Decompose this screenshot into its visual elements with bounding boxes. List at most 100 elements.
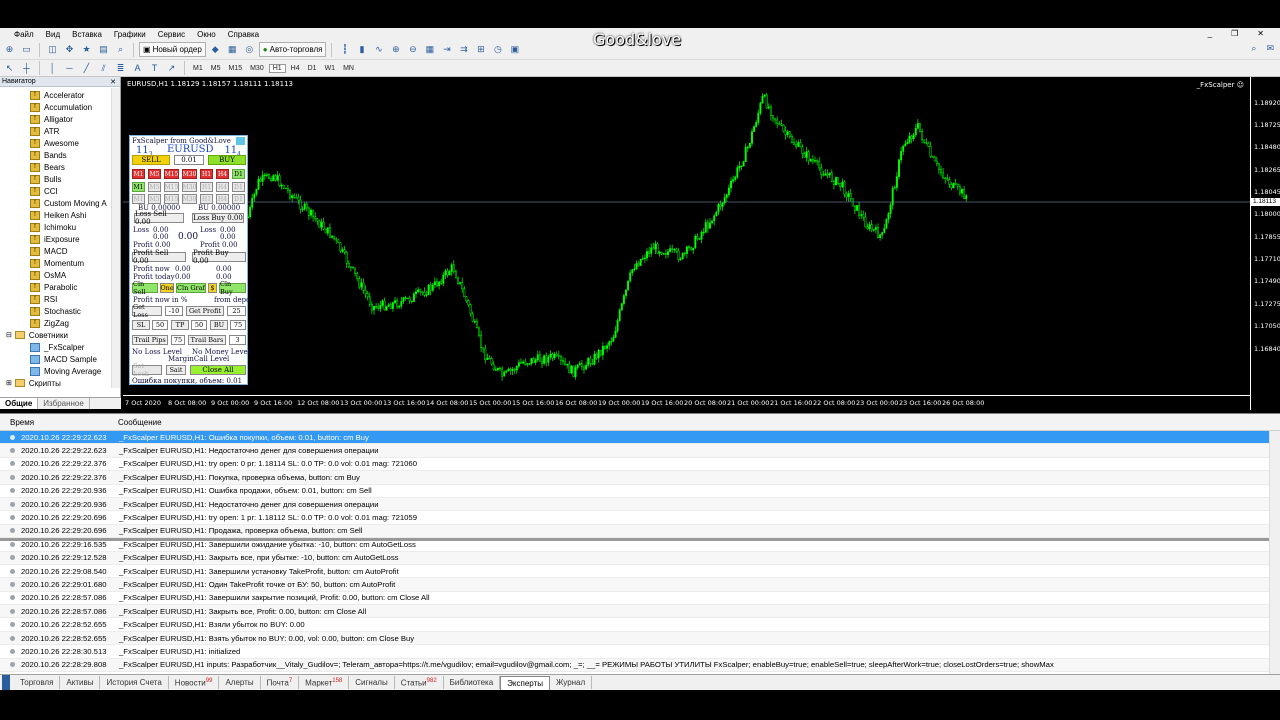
navigator-indicator-item[interactable]: f RSI bbox=[0, 293, 111, 305]
navigator-indicator-item[interactable]: f Ichimoku bbox=[0, 221, 111, 233]
arrows-icon[interactable]: ↗ bbox=[164, 61, 179, 75]
new-chart-icon[interactable]: ⊕ bbox=[2, 43, 17, 57]
clean-buy-button[interactable]: Cln Buy bbox=[219, 280, 246, 296]
navigator-indicator-item[interactable]: f ATR bbox=[0, 125, 111, 137]
zoom-out-icon[interactable]: ⊖ bbox=[405, 43, 420, 57]
navigator-indicator-item[interactable]: f OsMA bbox=[0, 269, 111, 281]
trendline-icon[interactable]: ╱ bbox=[79, 61, 94, 75]
profit-buy-button[interactable]: Profit Buy 0.00 bbox=[192, 249, 246, 265]
clean-sell-button[interactable]: Cln Sell bbox=[132, 280, 158, 296]
navigator-indicator-item[interactable]: f Bulls bbox=[0, 173, 111, 185]
log-row[interactable]: 2020.10.26 22:29:20.936 _FxScalper EURUSD… bbox=[0, 497, 1280, 512]
metaeditor-icon[interactable]: ◆ bbox=[208, 43, 223, 57]
navigator-folder-scripts[interactable]: ⊞ Скрипты bbox=[0, 377, 111, 389]
log-row[interactable]: 2020.10.26 22:29:20.936 _FxScalper EURUSD… bbox=[0, 485, 1280, 498]
log-row[interactable]: 2020.10.26 22:28:30.513 _FxScalper EURUSD… bbox=[0, 645, 1280, 659]
new-order-button[interactable]: ▣ Новый ордер bbox=[139, 42, 206, 57]
menu-tools[interactable]: Сервис bbox=[158, 30, 185, 39]
menu-help[interactable]: Справка bbox=[228, 30, 259, 39]
loss-sell-button[interactable]: Loss Sell 0.00 bbox=[134, 210, 184, 226]
navigator-indicator-item[interactable]: f ZigZag bbox=[0, 317, 111, 329]
navigator-indicator-item[interactable]: f Heiken Ashi bbox=[0, 209, 111, 221]
vertical-line-icon[interactable]: │ bbox=[45, 61, 60, 75]
trail-bars-input[interactable]: 3 bbox=[229, 335, 246, 345]
menu-charts[interactable]: Графики bbox=[114, 30, 146, 39]
terminal-tab[interactable]: Эксперты bbox=[500, 675, 550, 690]
navigator-advisor-item[interactable]: _FxScalper bbox=[0, 341, 111, 353]
tf2-h1-button[interactable]: H1 bbox=[200, 182, 213, 192]
terminal-tab[interactable]: История Счета bbox=[100, 676, 169, 689]
navigator-close-icon[interactable]: ✕ bbox=[110, 78, 116, 86]
tf-h1-button[interactable]: H1 bbox=[200, 169, 213, 179]
navigator-indicator-item[interactable]: f iExposure bbox=[0, 233, 111, 245]
log-row[interactable]: 2020.10.26 22:28:52.655 _FxScalper EURUSD… bbox=[0, 618, 1280, 632]
menu-file[interactable]: Файл bbox=[14, 30, 34, 39]
tf-d1-button[interactable]: D1 bbox=[232, 169, 245, 179]
panel-close-button[interactable] bbox=[236, 137, 245, 145]
terminal-tab[interactable]: Торговля bbox=[14, 676, 61, 689]
log-row[interactable]: 2020.10.26 22:29:20.696 _FxScalper EURUSD… bbox=[0, 511, 1280, 525]
tf-h4-button[interactable]: H4 bbox=[216, 169, 229, 179]
fibonacci-icon[interactable]: ≣ bbox=[113, 61, 128, 75]
navigator-indicator-item[interactable]: f Accumulation bbox=[0, 101, 111, 113]
tf-m1-button[interactable]: M1 bbox=[132, 169, 145, 179]
terminal-tab[interactable]: Алерты bbox=[219, 676, 261, 689]
log-row[interactable]: 2020.10.26 22:29:20.696 _FxScalper EURUSD… bbox=[0, 524, 1280, 539]
one-button[interactable]: One bbox=[160, 283, 174, 293]
tf-m15-button[interactable]: M15 bbox=[164, 169, 179, 179]
timeframe-mn[interactable]: MN bbox=[340, 65, 357, 72]
tf-m5-button[interactable]: M5 bbox=[148, 169, 161, 179]
navigator-indicator-item[interactable]: f MACD bbox=[0, 245, 111, 257]
log-row[interactable]: 2020.10.26 22:28:29.808 _FxScalper EURUSD… bbox=[0, 658, 1280, 673]
terminal-tab[interactable]: Маркет158 bbox=[299, 675, 350, 690]
navigator-indicator-item[interactable]: f CCI bbox=[0, 185, 111, 197]
line-chart-icon[interactable]: ∿ bbox=[371, 43, 386, 57]
minimize-icon[interactable]: _ bbox=[1208, 29, 1212, 38]
tf3-m5-button[interactable]: M5 bbox=[148, 194, 161, 204]
tp-input[interactable]: 50 bbox=[191, 320, 207, 330]
restore-icon[interactable]: ❐ bbox=[1231, 29, 1238, 38]
tf2-m5-button[interactable]: M5 bbox=[148, 182, 161, 192]
terminal-tab[interactable]: Новости99 bbox=[169, 675, 220, 690]
menu-window[interactable]: Окно bbox=[197, 30, 216, 39]
tf2-m15-button[interactable]: M15 bbox=[164, 182, 179, 192]
log-row[interactable]: 2020.10.26 22:28:52.655 _FxScalper EURUSD… bbox=[0, 631, 1280, 646]
column-message[interactable]: Сообщение bbox=[110, 418, 162, 427]
tf3-m30-button[interactable]: M30 bbox=[182, 194, 197, 204]
navigator-indicator-item[interactable]: f Alligator bbox=[0, 113, 111, 125]
log-row[interactable]: 2020.10.26 22:28:57.086 _FxScalper EURUSD… bbox=[0, 605, 1280, 619]
navigator-folder-advisors[interactable]: ⊟ Советники bbox=[0, 329, 111, 341]
timeframe-h1[interactable]: H1 bbox=[268, 63, 286, 73]
log-row[interactable]: 2020.10.26 22:29:22.376 _FxScalper EURUSD… bbox=[0, 458, 1280, 472]
tf-m30-button[interactable]: M30 bbox=[182, 169, 197, 179]
navigator-indicator-item[interactable]: f Momentum bbox=[0, 257, 111, 269]
candlestick-chart[interactable] bbox=[123, 77, 1250, 395]
close-icon[interactable]: ✕ bbox=[1257, 29, 1264, 38]
expand-icon[interactable]: ⊞ bbox=[6, 379, 12, 387]
navigator-indicator-item[interactable]: f Accelerator bbox=[0, 89, 111, 101]
dollar-button[interactable]: $ bbox=[208, 283, 217, 293]
navigator-scrollbar[interactable] bbox=[111, 88, 120, 388]
trail-pips-input[interactable]: 75 bbox=[171, 335, 185, 345]
tf2-m30-button[interactable]: M30 bbox=[182, 182, 197, 192]
market-watch-icon[interactable]: ◫ bbox=[45, 43, 60, 57]
log-row[interactable]: 2020.10.26 22:29:22.623 _FxScalper EURUSD… bbox=[0, 431, 1280, 445]
chart-icon[interactable]: ▦ bbox=[225, 43, 240, 57]
channel-icon[interactable]: ⫽ bbox=[96, 61, 111, 75]
navigator-icon[interactable]: ★ bbox=[79, 43, 94, 57]
navigator-indicator-item[interactable]: f Bands bbox=[0, 149, 111, 161]
sait-button[interactable]: Sait bbox=[166, 365, 186, 375]
tab-favorites[interactable]: Избранное bbox=[38, 398, 90, 409]
log-row[interactable]: 2020.10.26 22:28:57.086 _FxScalper EURUSD… bbox=[0, 592, 1280, 606]
get-loss-button[interactable]: Get Loss bbox=[132, 303, 162, 319]
get-profit-input[interactable]: 25 bbox=[227, 306, 246, 316]
lot-input[interactable]: 0.01 bbox=[174, 155, 204, 165]
auto-trading-button[interactable]: ● Авто-торговля bbox=[258, 42, 327, 57]
terminal-tab[interactable]: Журнал bbox=[550, 676, 593, 689]
terminal-tab[interactable]: Почта7 bbox=[261, 675, 300, 690]
tile-windows-icon[interactable]: ▦ bbox=[422, 43, 437, 57]
chat-icon[interactable]: ✉ bbox=[1266, 43, 1274, 54]
timeframe-h4[interactable]: H4 bbox=[288, 65, 303, 72]
tf3-m1-button[interactable]: M1 bbox=[132, 194, 145, 204]
tf2-m1-button[interactable]: M1 bbox=[132, 182, 145, 192]
